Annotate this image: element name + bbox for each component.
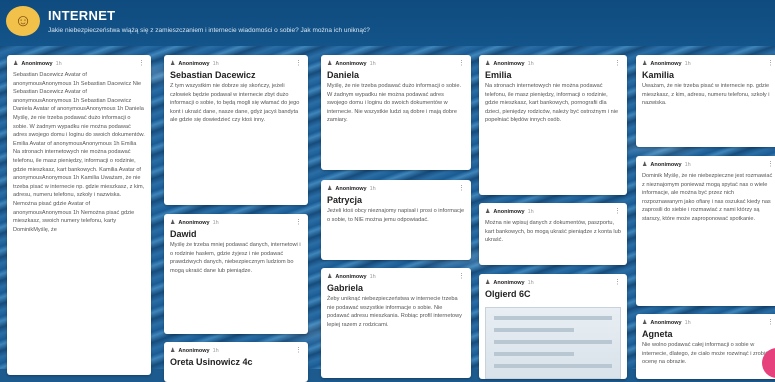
post-attachment-image[interactable] [485, 307, 621, 379]
post-time: 1h [527, 60, 534, 67]
post-body: Sebastian Dacewicz Avatar of anonymousAn… [13, 72, 145, 233]
user-icon: ♟ [642, 61, 648, 67]
post-time: 1h [212, 347, 219, 354]
more-dots-icon[interactable]: ⋮ [295, 347, 302, 354]
post-author: Anonimowy [335, 60, 367, 67]
more-dots-icon[interactable]: ⋮ [295, 60, 302, 67]
user-icon: ♟ [327, 274, 333, 280]
post-body: Można nie wpisuj danych z dokumentów, pa… [485, 220, 621, 244]
post-card[interactable]: ♟ Anonimowy 1h ⋮ Sebastian Dacewicz Avatar … [7, 55, 151, 375]
more-dots-icon[interactable]: ⋮ [614, 208, 621, 215]
post-author: Anonimowy [21, 60, 53, 67]
post-card[interactable]: ♟ Anonimowy 1h ⋮ Oreta Usinowicz 4c [164, 342, 308, 382]
post-body: Nie wolno podawać całej informacji o sob… [642, 342, 768, 366]
post-time: 1h [212, 60, 219, 67]
post-time: 1h [527, 279, 534, 286]
user-icon: ♟ [642, 320, 648, 326]
post-author: Anonimowy [335, 185, 367, 192]
post-card[interactable]: ♟ Anonimowy 1h ⋮ Dawid Myślę że trzeba mnie… [164, 214, 308, 334]
post-body: Myślę że trzeba mniej podawać danych, in… [170, 242, 301, 274]
board-header: ☺ INTERNET Jakie niebezpieczeństwa wiążą… [0, 0, 775, 46]
user-icon: ♟ [485, 209, 491, 215]
post-card[interactable]: ♟ Anonimowy 1h ⋮ Kamilia Uważam, że nie trz… [636, 55, 775, 147]
post-author: Anonimowy [178, 347, 210, 354]
post-time: 1h [684, 60, 691, 67]
post-time: 1h [684, 161, 691, 168]
post-time: 1h [684, 319, 691, 326]
post-author: Anonimowy [335, 273, 367, 280]
user-icon: ♟ [327, 186, 333, 192]
post-card[interactable]: ♟ Anonimowy 1h ⋮ Można nie wpisuj danych z … [479, 203, 627, 265]
post-time: 1h [527, 208, 534, 215]
post-body: Dominik Myślę, że nie niebezpieczne jest… [642, 173, 773, 222]
post-card[interactable]: ♟ Anonimowy 1h ⋮ Olgierd 6C [479, 274, 627, 379]
more-dots-icon[interactable]: ⋮ [295, 219, 302, 226]
post-body: Z tym wszystkim nie dobrze się skończy, … [170, 83, 300, 124]
post-time: 1h [212, 219, 219, 226]
post-title: Daniela [327, 70, 360, 80]
post-time: 1h [369, 185, 376, 192]
user-icon: ♟ [13, 61, 19, 67]
post-card[interactable]: ♟ Anonimowy 1h ⋮ Sebastian Dacewicz Z tym w… [164, 55, 308, 205]
post-author: Anonimowy [650, 319, 682, 326]
post-card[interactable]: ♟ Anonimowy 1h ⋮ Dominik Myślę, że nie nieb… [636, 156, 775, 306]
post-card[interactable]: ♟ Anonimowy 1h ⋮ Gabriela Żeby uniknąć nieb… [321, 268, 471, 378]
more-dots-icon[interactable]: ⋮ [614, 60, 621, 67]
post-author: Anonimowy [178, 219, 210, 226]
post-title: Olgierd 6C [485, 289, 531, 299]
post-title: Sebastian Dacewicz [170, 70, 256, 80]
more-dots-icon[interactable]: ⋮ [458, 60, 465, 67]
user-icon: ♟ [485, 280, 491, 286]
board-logo-icon: ☺ [6, 6, 40, 36]
more-dots-icon[interactable]: ⋮ [138, 60, 145, 67]
more-dots-icon[interactable]: ⋮ [458, 185, 465, 192]
post-time: 1h [55, 60, 62, 67]
post-body: Myślę, że nie trzeba podawać dużo inform… [327, 83, 462, 124]
post-title: Dawid [170, 229, 197, 239]
more-dots-icon[interactable]: ⋮ [767, 161, 774, 168]
post-title: Gabriela [327, 283, 364, 293]
post-body: Na stronach internetowych nie można poda… [485, 83, 619, 124]
more-dots-icon[interactable]: ⋮ [767, 319, 774, 326]
post-card[interactable]: ♟ Anonimowy 1h ⋮ Emilia Na stronach interne… [479, 55, 627, 195]
post-title: Emilia [485, 70, 512, 80]
user-icon: ♟ [485, 61, 491, 67]
more-dots-icon[interactable]: ⋮ [614, 279, 621, 286]
post-title: Agneta [642, 329, 673, 339]
post-card[interactable]: ♟ Anonimowy 1h ⋮ Patrycja Jeżeli ktoś obcy … [321, 180, 471, 260]
post-card[interactable]: ♟ Anonimowy 1h ⋮ Daniela Myślę, że nie trze… [321, 55, 471, 170]
user-icon: ♟ [327, 61, 333, 67]
post-card[interactable]: ♟ Anonimowy 1h ⋮ Agneta Nie wolno podawać c… [636, 314, 775, 379]
user-icon: ♟ [170, 220, 176, 226]
user-icon: ♟ [170, 348, 176, 354]
post-title: Kamilia [642, 70, 675, 80]
post-author: Anonimowy [493, 60, 525, 67]
user-icon: ♟ [170, 61, 176, 67]
post-time: 1h [369, 273, 376, 280]
post-author: Anonimowy [493, 208, 525, 215]
post-title: Patrycja [327, 195, 363, 205]
post-time: 1h [369, 60, 376, 67]
board-subtitle: Jakie niebezpieczeństwa wiążą się z zami… [48, 27, 370, 34]
post-author: Anonimowy [650, 161, 682, 168]
post-body: Jeżeli ktoś obcy nieznajomy napisał i pr… [327, 208, 465, 223]
post-body: Żeby uniknąć niebezpieczeństwa w interne… [327, 296, 462, 328]
post-author: Anonimowy [178, 60, 210, 67]
more-dots-icon[interactable]: ⋮ [458, 273, 465, 280]
board-title: INTERNET [48, 8, 116, 23]
post-title: Oreta Usinowicz 4c [170, 357, 253, 367]
user-icon: ♟ [642, 162, 648, 168]
post-author: Anonimowy [493, 279, 525, 286]
post-author: Anonimowy [650, 60, 682, 67]
more-dots-icon[interactable]: ⋮ [767, 60, 774, 67]
post-body: Uważam, że nie trzeba pisać w internecie… [642, 83, 770, 107]
